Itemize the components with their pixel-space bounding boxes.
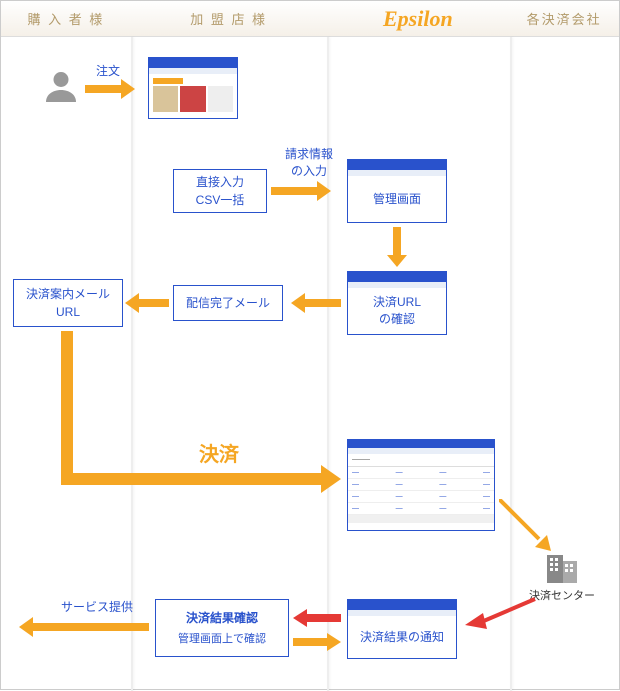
box-delivery-done: 配信完了メール bbox=[173, 285, 283, 321]
admin-window: 管理画面 bbox=[347, 159, 447, 223]
col-epsilon: Epsilon bbox=[326, 1, 509, 36]
header: 購 入 者 様 加 盟 店 様 Epsilon 各決済会社 bbox=[1, 1, 619, 37]
person-icon bbox=[43, 69, 79, 105]
col-settlement-co-label: 各決済会社 bbox=[527, 9, 602, 28]
payment-list-window: ——— ———— ———— ———— ———— bbox=[347, 439, 495, 531]
settlement-url-window: 決済URL の確認 bbox=[347, 271, 447, 335]
building-icon bbox=[545, 549, 581, 585]
result-notify-label: 決済結果の通知 bbox=[348, 616, 456, 656]
settlement-url-label: 決済URL の確認 bbox=[348, 288, 446, 332]
order-label: 注文 bbox=[96, 63, 120, 80]
result-confirm-sub: 管理画面上で確認 bbox=[178, 631, 266, 648]
result-notify-window: 決済結果の通知 bbox=[347, 599, 457, 659]
arrow-down-1 bbox=[387, 227, 407, 267]
box-result-confirm: 決済結果確認 管理画面上で確認 bbox=[155, 599, 289, 657]
arrow-left-2 bbox=[125, 293, 169, 313]
arrow-order bbox=[85, 79, 135, 99]
service-provide-label: サービス提供 bbox=[61, 599, 133, 616]
result-confirm-title: 決済結果確認 bbox=[186, 609, 258, 627]
col-purchaser-label: 購 入 者 様 bbox=[27, 9, 104, 28]
store-window bbox=[148, 57, 238, 119]
col-line-3 bbox=[510, 37, 512, 691]
arrow-orange-return bbox=[293, 633, 341, 651]
box-guide-mail: 決済案内メール URL bbox=[13, 279, 123, 327]
arrow-service bbox=[19, 617, 149, 637]
arrow-to-center bbox=[499, 499, 555, 555]
box-direct-csv: 直接入力 CSV一括 bbox=[173, 169, 267, 213]
admin-window-label: 管理画面 bbox=[348, 176, 446, 220]
arrow-settlement bbox=[61, 331, 341, 497]
billing-input-label: 請求情報 の入力 bbox=[285, 146, 333, 180]
arrow-red-1 bbox=[461, 595, 539, 631]
col-epsilon-label: Epsilon bbox=[383, 6, 453, 32]
col-merchant-label: 加 盟 店 様 bbox=[190, 9, 267, 28]
flow-diagram: 購 入 者 様 加 盟 店 様 Epsilon 各決済会社 注文 直接入力 CS… bbox=[0, 0, 620, 690]
arrow-billing bbox=[271, 181, 331, 201]
arrow-left-1 bbox=[291, 293, 341, 313]
arrow-red-2 bbox=[293, 609, 341, 627]
col-purchaser: 購 入 者 様 bbox=[1, 1, 131, 36]
col-merchant: 加 盟 店 様 bbox=[131, 1, 327, 36]
col-settlement-co: 各決済会社 bbox=[509, 1, 619, 36]
